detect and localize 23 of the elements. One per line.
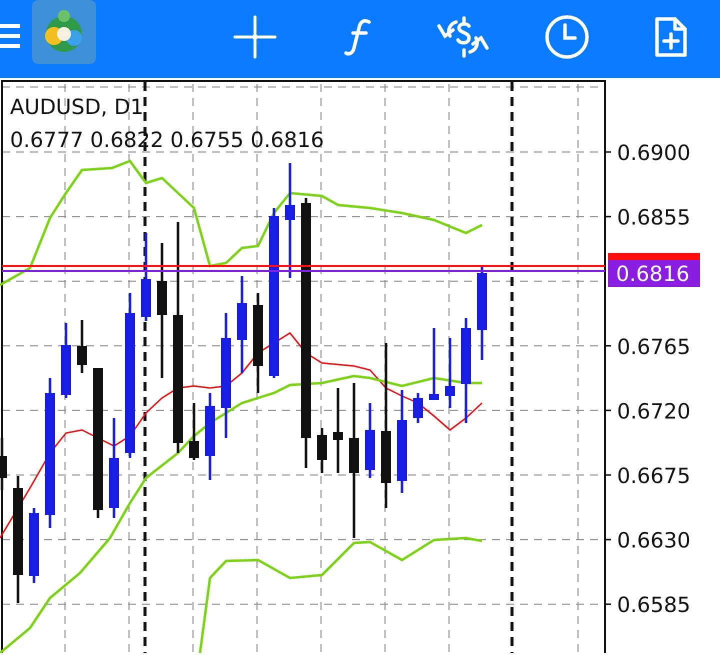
price-axis-label: 0.6720: [617, 399, 690, 424]
clock-icon[interactable]: [544, 14, 590, 60]
price-axis-label: 0.6675: [617, 464, 690, 488]
function-icon[interactable]: [344, 17, 374, 57]
crosshair-icon[interactable]: [233, 15, 277, 59]
candlestick: [189, 403, 199, 460]
ohlc-values: 0.6777 0.6822 0.6755 0.6816: [10, 128, 324, 152]
current-price-tag: 0.6816: [608, 260, 700, 287]
app-logo-icon[interactable]: [32, 0, 96, 64]
price-axis-label: 0.6855: [617, 206, 690, 230]
price-axis-label: 0.6765: [617, 334, 690, 359]
price-axis-label: 0.6630: [617, 528, 690, 553]
menu-icon[interactable]: [0, 23, 20, 49]
currency-exchange-icon[interactable]: [436, 16, 490, 58]
candlestick: [445, 338, 455, 408]
candlestick: [317, 428, 327, 473]
price-axis-label: 0.6900: [617, 141, 690, 165]
symbol-title: AUDUSD, D1: [10, 95, 144, 119]
candlestick: [429, 328, 439, 400]
price-axis-label: 0.6585: [617, 593, 690, 618]
new-document-icon[interactable]: [653, 15, 689, 59]
candlestick: [413, 393, 423, 423]
candlestick: [77, 320, 87, 373]
